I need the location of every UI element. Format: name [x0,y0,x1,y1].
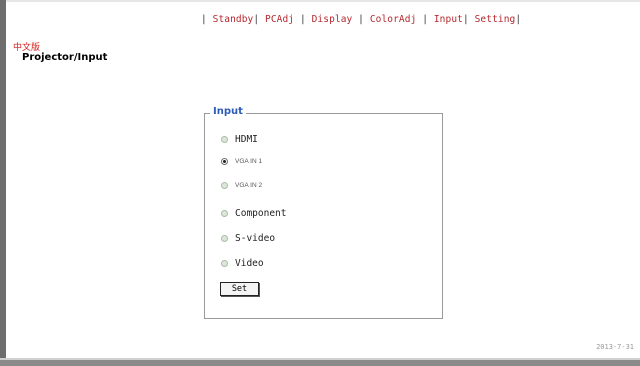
radio-component[interactable] [221,210,228,217]
option-label-vga-in-2: VGA IN 2 [235,182,263,189]
nav-setting[interactable]: Setting [475,14,516,25]
nav-display[interactable]: Display [312,14,353,25]
input-option-vga-in-1[interactable]: VGA IN 1 [221,158,262,165]
radio-hdmi[interactable] [221,136,228,143]
window-left-border [0,0,6,366]
input-option-component[interactable]: Component [221,208,286,219]
nav-coloradj[interactable]: ColorAdj [370,14,417,25]
input-option-video[interactable]: Video [221,258,264,269]
set-button[interactable]: Set [220,282,259,296]
nav-input[interactable]: Input [434,14,463,25]
radio-s-video[interactable] [221,235,228,242]
window-top-border [6,0,640,2]
radio-vga-in-1[interactable] [221,158,228,165]
breadcrumb: Projector/Input [22,52,108,63]
option-label-hdmi: HDMI [235,134,258,145]
input-option-s-video[interactable]: S-video [221,233,275,244]
nav-pcadj[interactable]: PCAdj [265,14,294,25]
option-label-s-video: S-video [235,233,276,244]
radio-vga-in-2[interactable] [221,182,228,189]
input-option-vga-in-2[interactable]: VGA IN 2 [221,182,262,189]
option-label-component: Component [235,208,287,219]
footer-date: 2013-7-31 [596,343,634,351]
option-label-video: Video [235,258,264,269]
nav-standby[interactable]: Standby [213,14,254,25]
input-legend: Input [210,106,246,117]
option-label-vga-in-1: VGA IN 1 [235,158,263,165]
top-navigation: | Standby| PCAdj | Display | ColorAdj | … [201,14,522,25]
window-bottom-border [0,360,640,366]
input-option-hdmi[interactable]: HDMI [221,134,258,145]
radio-video[interactable] [221,260,228,267]
